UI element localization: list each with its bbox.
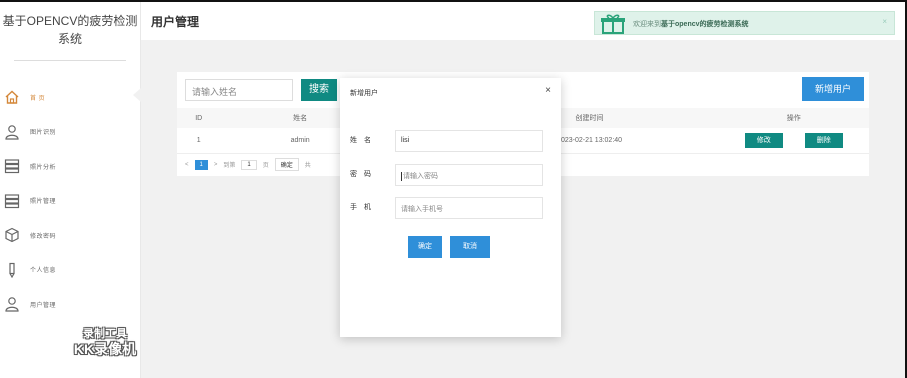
user-icon [4, 296, 20, 312]
recorder-watermark: 录制工具 KK录像机 [60, 328, 150, 357]
sidebar-item-label: 照片管理 [30, 199, 57, 206]
sidebar-item-profile[interactable]: 个人信息 [0, 253, 140, 288]
server-icon [4, 193, 20, 209]
cell-id: 1 [177, 128, 221, 154]
phone-field[interactable]: 请输入手机号 [395, 197, 543, 219]
column-id: ID [177, 108, 221, 128]
dialog-title: 新增用户 [350, 90, 378, 97]
cancel-button[interactable]: 取消 [450, 236, 490, 258]
name-label: 姓名 [350, 137, 378, 144]
confirm-button[interactable]: 确定 [408, 236, 442, 258]
cube-icon [4, 227, 20, 243]
brand-line-2: 系统 [57, 32, 82, 46]
user-icon [4, 124, 20, 140]
welcome-text: 欢迎来到基于opencv的疲劳检测系统 [633, 21, 749, 28]
sidebar-item-photo-analysis[interactable]: 照片分析 [0, 149, 140, 184]
password-field[interactable]: 请输入密码 [395, 164, 543, 186]
pen-icon [4, 262, 20, 278]
search-button[interactable]: 搜索 [301, 79, 337, 101]
close-icon[interactable]: × [545, 85, 551, 96]
sidebar-item-label: 修改密码 [30, 233, 57, 240]
name-field[interactable]: lisi [395, 130, 543, 152]
sidebar-item-label: 个人信息 [30, 268, 57, 275]
watermark-line-2: KK录像机 [73, 341, 137, 357]
home-icon [4, 89, 20, 105]
sidebar-item-image-recognition[interactable]: 图片识别 [0, 115, 140, 150]
page-title: 用户管理 [151, 15, 200, 29]
page-unit-label: 页 [262, 163, 269, 169]
sidebar-item-home[interactable]: 首 页 [0, 80, 141, 115]
gift-icon [599, 14, 627, 39]
password-row: 密码 请输入密码 [350, 164, 550, 186]
pagination: < 1 > 到第 1 页 确定 共 [185, 158, 311, 171]
current-page[interactable]: 1 [194, 159, 208, 170]
page-confirm-button[interactable]: 确定 [274, 158, 299, 171]
add-user-dialog: 新增用户 × 姓名 lisi 密码 请输入密码 手机 请输入手机号 确定 取消 [340, 78, 561, 337]
next-page-button[interactable]: > [214, 162, 218, 168]
edit-button[interactable]: 修改 [744, 133, 783, 148]
text-cursor [401, 171, 402, 181]
sidebar-nav: 首 页 图片识别 照片分析 照片管理 修改密码 个人信息 用户管理 [0, 80, 141, 322]
sidebar-item-user-management[interactable]: 用户管理 [0, 287, 140, 322]
sidebar-item-photo-management[interactable]: 照片管理 [0, 184, 140, 219]
brand-title: 基于OPENCV的疲劳检测 系统 [0, 12, 140, 48]
prev-page-button[interactable]: < [185, 162, 189, 168]
column-actions: 操作 [718, 108, 869, 128]
close-icon[interactable]: × [882, 17, 887, 26]
header: 用户管理 欢迎来到基于opencv的疲劳检测系统 × [141, 2, 905, 40]
password-label: 密码 [350, 171, 378, 178]
phone-label: 手机 [350, 204, 378, 211]
goto-label: 到第 [223, 163, 236, 169]
sidebar-item-change-password[interactable]: 修改密码 [0, 218, 140, 253]
total-label: 共 [304, 163, 311, 169]
sidebar-item-label: 图片识别 [30, 130, 57, 137]
cell-actions: 修改 删除 [718, 128, 869, 154]
sidebar-item-label: 首 页 [30, 95, 46, 102]
delete-button[interactable]: 删除 [804, 133, 843, 148]
server-icon [4, 158, 20, 174]
name-row: 姓名 lisi [350, 130, 550, 152]
search-input[interactable]: 请输入姓名 [185, 79, 293, 101]
welcome-banner: 欢迎来到基于opencv的疲劳检测系统 × [594, 11, 895, 35]
brand-divider [14, 60, 126, 61]
password-placeholder: 请输入密码 [403, 173, 438, 180]
brand-line-1: 基于OPENCV的疲劳检测 [2, 14, 138, 28]
watermark-line-1: 录制工具 [83, 328, 127, 340]
add-user-button[interactable]: 新增用户 [802, 77, 864, 101]
sidebar-item-label: 用户管理 [30, 302, 57, 309]
page-number-input[interactable]: 1 [241, 159, 257, 170]
phone-row: 手机 请输入手机号 [350, 197, 550, 219]
sidebar: 基于OPENCV的疲劳检测 系统 首 页 图片识别 照片分析 照片管理 修改密码… [0, 2, 141, 378]
sidebar-item-label: 照片分析 [30, 164, 57, 171]
